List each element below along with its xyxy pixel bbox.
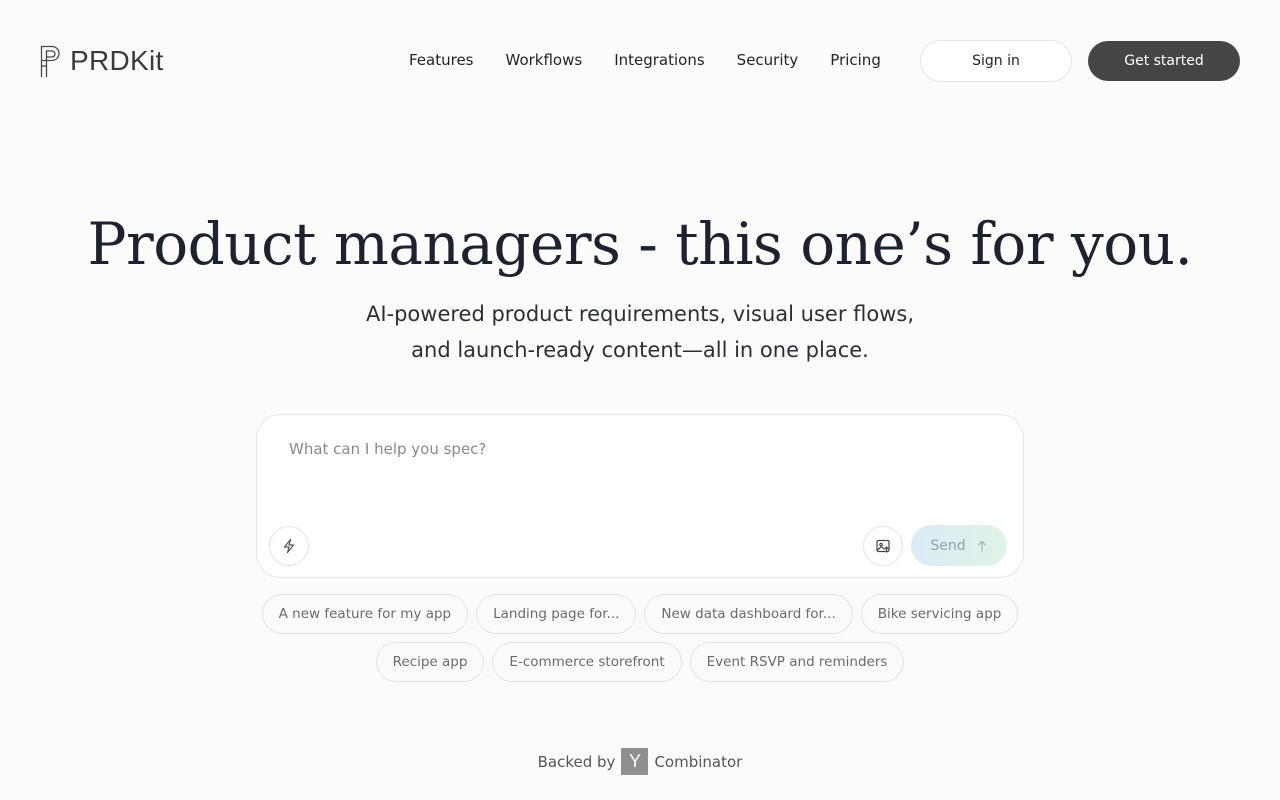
nav-security[interactable]: Security	[737, 50, 799, 70]
backed-by-prefix: Backed by	[537, 752, 616, 771]
send-button[interactable]: Send	[911, 525, 1007, 566]
bolt-button[interactable]	[269, 526, 309, 566]
image-upload-button[interactable]	[863, 526, 903, 566]
brand-name: PRDKit	[70, 45, 164, 76]
hero-title: Product managers - this one’s for you.	[87, 210, 1193, 278]
nav-integrations[interactable]: Integrations	[614, 50, 704, 70]
arrow-up-icon	[977, 540, 986, 552]
suggestion-chip[interactable]: Bike servicing app	[860, 594, 1019, 634]
backed-by-suffix: Combinator	[654, 752, 743, 771]
suggestion-chip[interactable]: A new feature for my app	[261, 594, 469, 634]
sign-in-button[interactable]: Sign in	[920, 40, 1072, 82]
backed-by: Backed by Y Combinator	[0, 748, 1280, 775]
brand-logo[interactable]: PRDKit	[40, 44, 164, 78]
hero-subtitle: AI-powered product requirements, visual …	[0, 296, 1280, 368]
suggestion-chip[interactable]: New data dashboard for...	[644, 594, 853, 634]
get-started-button[interactable]: Get started	[1088, 41, 1240, 81]
site-header: PRDKit Features Workflows Integrations S…	[0, 0, 1280, 122]
suggestion-chip[interactable]: Recipe app	[375, 642, 485, 682]
prompt-box: Send	[256, 414, 1024, 578]
suggestion-chip[interactable]: Landing page for...	[476, 594, 637, 634]
suggestion-row-2: Recipe app E-commerce storefront Event R…	[0, 642, 1280, 682]
yc-logo: Y	[621, 748, 649, 775]
prompt-input[interactable]	[289, 439, 989, 509]
nav-workflows[interactable]: Workflows	[506, 50, 583, 70]
suggestion-row-1: A new feature for my app Landing page fo…	[0, 594, 1280, 634]
suggestion-chip[interactable]: E-commerce storefront	[492, 642, 682, 682]
nav-pricing[interactable]: Pricing	[830, 50, 881, 70]
nav-features[interactable]: Features	[409, 50, 474, 70]
lightning-icon	[283, 538, 295, 554]
hero-subtitle-line-2: and launch-ready content—all in one plac…	[411, 338, 869, 362]
hero-subtitle-line-1: AI-powered product requirements, visual …	[365, 302, 915, 326]
suggestion-chip[interactable]: Event RSVP and reminders	[689, 642, 905, 682]
prdkit-logo-icon	[40, 45, 60, 77]
main-nav: Features Workflows Integrations Security…	[409, 50, 881, 70]
send-label: Send	[930, 537, 966, 554]
image-upload-icon	[876, 539, 890, 553]
